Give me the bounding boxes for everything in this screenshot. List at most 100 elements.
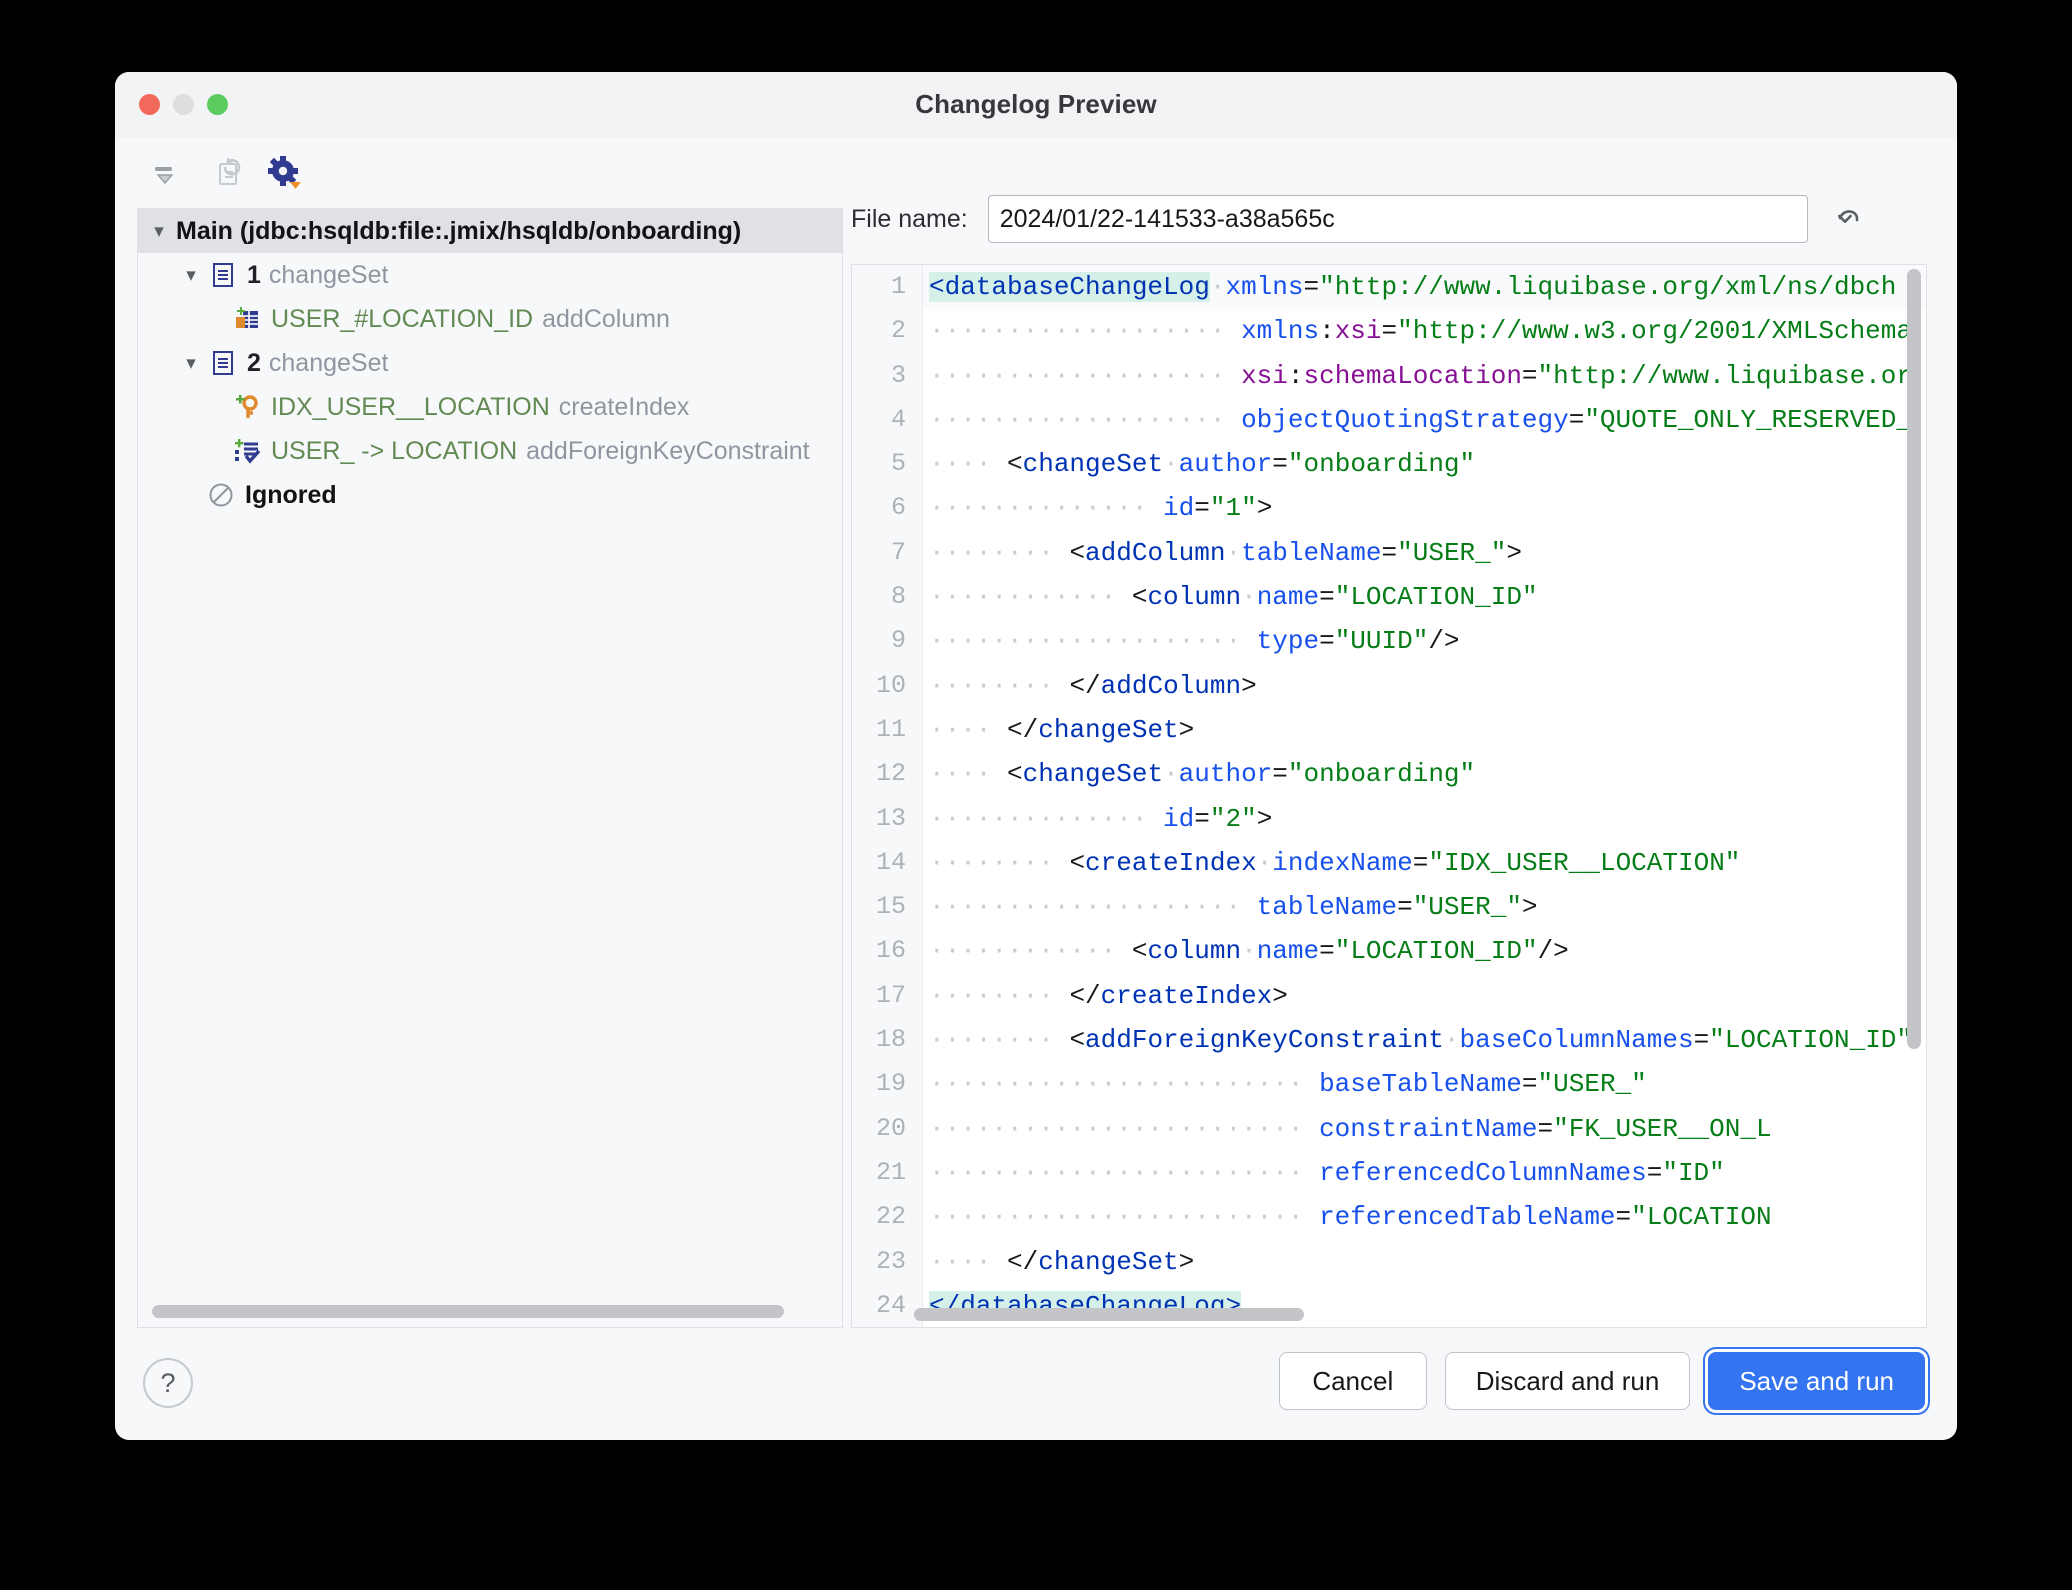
token: />: [1428, 626, 1459, 656]
line-number: 3: [852, 354, 906, 398]
tree-node-changeset-1[interactable]: ▾ 1 changeSet: [138, 253, 842, 297]
xml-code-editor[interactable]: 123456789101112131415161718192021222324 …: [851, 264, 1927, 1328]
editor-code-area[interactable]: <databaseChangeLog·xmlns="http://www.liq…: [923, 265, 1926, 1327]
token: "LOCATION_ID": [1335, 582, 1538, 612]
code-line[interactable]: ········ <addForeignKeyConstraint·baseCo…: [923, 1018, 1926, 1062]
token: =: [1319, 936, 1335, 966]
code-line[interactable]: <databaseChangeLog·xmlns="http://www.liq…: [923, 265, 1926, 309]
ignored-circle-slash-icon: [206, 480, 236, 510]
tree-node-add-column[interactable]: USER_#LOCATION_ID addColumn: [138, 297, 842, 341]
refresh-changelog-icon[interactable]: [206, 154, 244, 192]
discard-and-run-button[interactable]: Discard and run: [1445, 1352, 1691, 1410]
code-line[interactable]: ···· </changeSet>: [923, 708, 1926, 752]
token: >: [1272, 981, 1288, 1011]
token: ·: [1163, 759, 1179, 789]
token: indexName: [1272, 848, 1412, 878]
indent-dots: ········: [929, 1025, 1069, 1055]
token: =: [1694, 1025, 1710, 1055]
tree-node-create-index[interactable]: IDX_USER__LOCATION createIndex: [138, 385, 842, 429]
code-line[interactable]: ········ </addColumn>: [923, 664, 1926, 708]
token: "USER_": [1413, 892, 1522, 922]
token: "LOCATION: [1631, 1202, 1771, 1232]
indent-dots: ····: [929, 449, 1007, 479]
code-line[interactable]: ············ <column·name="LOCATION_ID"/…: [923, 929, 1926, 973]
code-line[interactable]: ········ </createIndex>: [923, 974, 1926, 1018]
tree-toolbar: [133, 138, 304, 208]
line-number: 17: [852, 974, 906, 1018]
code-line[interactable]: ···· <changeSet·author="onboarding": [923, 442, 1926, 486]
save-and-run-button[interactable]: Save and run: [1708, 1352, 1925, 1410]
token: addForeignKeyConstraint: [1085, 1025, 1444, 1055]
change-action-name: addForeignKeyConstraint: [526, 437, 810, 466]
code-line[interactable]: ···· </changeSet>: [923, 1240, 1926, 1284]
token: "onboarding": [1288, 759, 1475, 789]
changelog-tree-pane: ▾ Main (jdbc:hsqldb:file:.jmix/hsqldb/on…: [115, 138, 865, 1396]
token: name: [1257, 582, 1319, 612]
token: =: [1538, 1114, 1554, 1144]
line-number: 19: [852, 1062, 906, 1106]
code-line[interactable]: ···················· type="UUID"/>: [923, 619, 1926, 663]
change-action-name: addColumn: [542, 305, 670, 334]
chevron-down-icon[interactable]: ▾: [178, 264, 204, 287]
settings-gear-icon[interactable]: [266, 154, 304, 192]
token: createIndex: [1101, 981, 1273, 1011]
revert-arrow-icon[interactable]: [1826, 197, 1870, 241]
token: :: [1288, 361, 1304, 391]
changelog-preview-dialog: Changelog Preview: [115, 72, 1957, 1440]
token: =: [1194, 804, 1210, 834]
token: >: [1257, 804, 1273, 834]
token: author: [1179, 759, 1273, 789]
token: "onboarding": [1288, 449, 1475, 479]
help-button[interactable]: ?: [143, 1358, 193, 1408]
token: <: [1132, 582, 1148, 612]
token: "ID": [1662, 1158, 1724, 1188]
token: "http://www.w3.org/2001/XMLSchema: [1397, 316, 1912, 346]
ignored-label: Ignored: [245, 481, 337, 510]
editor-vertical-scrollbar[interactable]: [1907, 269, 1921, 1049]
token: <databaseChangeLog: [929, 272, 1210, 302]
token: column: [1147, 936, 1241, 966]
tree-horizontal-scrollbar[interactable]: [152, 1305, 784, 1318]
indent-dots: ························: [929, 1069, 1319, 1099]
token: baseTableName: [1319, 1069, 1522, 1099]
file-name-input[interactable]: [988, 195, 1808, 243]
changeset-icon: [208, 348, 238, 378]
indent-dots: ····················: [929, 892, 1257, 922]
code-line[interactable]: ························ referencedColum…: [923, 1151, 1926, 1195]
editor-horizontal-scrollbar[interactable]: [914, 1308, 1304, 1321]
code-line[interactable]: ························ constraintName=…: [923, 1107, 1926, 1151]
token: ·: [1210, 272, 1226, 302]
code-line[interactable]: ··················· xsi:schemaLocation="…: [923, 354, 1926, 398]
code-line[interactable]: ···· <changeSet·author="onboarding": [923, 752, 1926, 796]
pane-divider[interactable]: [842, 208, 843, 1328]
tree-node-changeset-2[interactable]: ▾ 2 changeSet: [138, 341, 842, 385]
code-line[interactable]: ························ baseTableName="…: [923, 1062, 1926, 1106]
code-line[interactable]: ·············· id="2">: [923, 797, 1926, 841]
changelog-tree[interactable]: ▾ Main (jdbc:hsqldb:file:.jmix/hsqldb/on…: [137, 208, 842, 1328]
chevron-down-icon[interactable]: ▾: [146, 220, 172, 243]
code-line[interactable]: ···················· tableName="USER_">: [923, 885, 1926, 929]
tree-node-add-foreign-key[interactable]: USER_ -> LOCATION addForeignKeyConstrain…: [138, 429, 842, 473]
tree-node-root[interactable]: ▾ Main (jdbc:hsqldb:file:.jmix/hsqldb/on…: [138, 209, 842, 253]
indent-dots: ························: [929, 1114, 1319, 1144]
token: =: [1194, 493, 1210, 523]
code-line[interactable]: ··················· xmlns:xsi="http://ww…: [923, 309, 1926, 353]
tree-node-ignored[interactable]: ▾ Ignored: [138, 473, 842, 517]
indent-dots: ···················: [929, 361, 1241, 391]
token: "2": [1210, 804, 1257, 834]
code-line[interactable]: ········ <addColumn·tableName="USER_">: [923, 531, 1926, 575]
collapse-all-icon[interactable]: [146, 154, 184, 192]
token: schemaLocation: [1303, 361, 1521, 391]
code-line[interactable]: ············ <column·name="LOCATION_ID": [923, 575, 1926, 619]
code-line[interactable]: ························ referencedTable…: [923, 1195, 1926, 1239]
changeset-number: 2: [247, 349, 261, 378]
chevron-down-icon[interactable]: ▾: [178, 352, 204, 375]
token: <: [1007, 759, 1023, 789]
code-line[interactable]: ········ <createIndex·indexName="IDX_USE…: [923, 841, 1926, 885]
indent-dots: ····: [929, 759, 1007, 789]
code-line[interactable]: ··················· objectQuotingStrateg…: [923, 398, 1926, 442]
code-line[interactable]: ·············· id="1">: [923, 486, 1926, 530]
cancel-button[interactable]: Cancel: [1279, 1352, 1427, 1410]
line-number: 4: [852, 398, 906, 442]
line-number: 9: [852, 619, 906, 663]
